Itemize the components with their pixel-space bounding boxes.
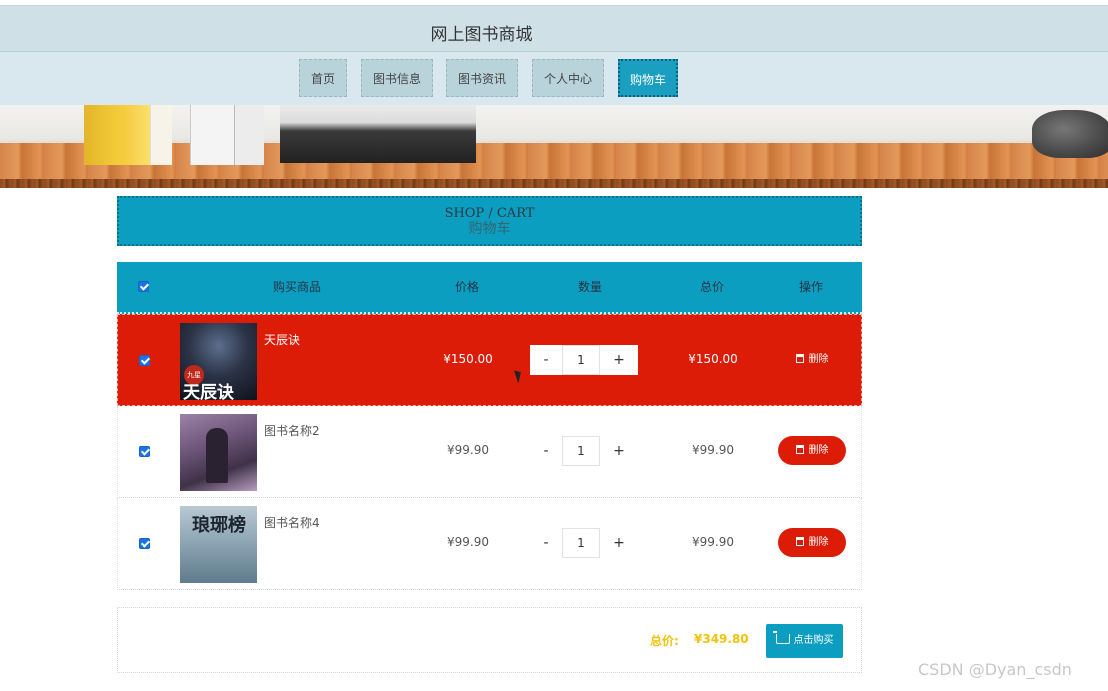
book-name[interactable]: 天辰诀	[264, 331, 300, 348]
delete-button[interactable]: 删除	[778, 436, 846, 465]
total-value: ¥349.80	[694, 632, 749, 646]
qty-input[interactable]: 1	[562, 436, 600, 466]
book-cover-figure	[206, 428, 228, 483]
header-total: 总价	[699, 280, 724, 294]
section-title: SHOP / CART 购物车	[117, 196, 862, 246]
delete-button[interactable]: 删除	[778, 528, 846, 557]
row-checkbox[interactable]	[139, 538, 150, 549]
banner-book	[150, 105, 172, 165]
quantity-stepper: - 1 +	[530, 436, 638, 466]
banner-stone	[1032, 110, 1108, 158]
trash-icon	[795, 537, 804, 546]
delete-label: 删除	[808, 445, 829, 456]
nav-personal-center[interactable]: 个人中心	[532, 59, 604, 97]
nav-home[interactable]: 首页	[299, 59, 347, 97]
watermark: CSDN @Dyan_csdn	[918, 660, 1072, 679]
cart-table-header: 购买商品 价格 数量 总价 操作	[117, 262, 862, 314]
qty-plus-button[interactable]: +	[600, 528, 638, 558]
cart-icon	[772, 631, 790, 644]
total-label: 总价:	[650, 634, 679, 648]
book-name[interactable]: 图书名称4	[264, 514, 320, 531]
buy-button[interactable]: 点击购买	[766, 624, 843, 658]
section-title-cn: 购物车	[468, 221, 511, 237]
book-name[interactable]: 图书名称2	[264, 422, 320, 439]
row-checkbox[interactable]	[139, 355, 150, 366]
quantity-stepper: - 1 +	[530, 345, 638, 375]
qty-plus-button[interactable]: +	[600, 436, 638, 466]
qty-input[interactable]: 1	[562, 345, 600, 375]
banner-book	[234, 105, 264, 165]
nav-book-news[interactable]: 图书资讯	[446, 59, 518, 97]
header-actions: 操作	[798, 280, 823, 294]
banner-book	[84, 105, 122, 165]
cart-row: 图书名称2 ¥99.90 - 1 + ¥99.90 删除	[117, 406, 862, 498]
cart-row: 九星 天辰诀 天辰诀 ¥150.00 - 1 + ¥150.00 删除	[117, 314, 862, 406]
select-all-checkbox[interactable]	[138, 281, 149, 292]
trash-icon	[795, 445, 804, 454]
row-total: ¥99.90	[692, 443, 734, 457]
book-price: ¥150.00	[443, 352, 493, 366]
site-title: 网上图书商城	[430, 25, 533, 45]
cart-page: 网上图书商城 首页 图书信息 图书资讯 个人中心 购物车 SHOP / CART…	[0, 0, 1108, 691]
delete-label: 删除	[808, 537, 829, 548]
qty-minus-button[interactable]: -	[530, 345, 562, 375]
header-price: 价格	[454, 280, 479, 294]
section-title-en: SHOP / CART	[444, 206, 535, 221]
banner-book-cover	[280, 105, 476, 163]
qty-minus-button[interactable]: -	[530, 436, 562, 466]
cart-row: 琅琊榜 图书名称4 ¥99.90 - 1 + ¥99.90 删除	[117, 498, 862, 590]
quantity-stepper: - 1 +	[530, 528, 638, 558]
row-total: ¥150.00	[688, 352, 738, 366]
delete-label: 删除	[808, 354, 829, 365]
book-cover-image: 九星 天辰诀	[180, 323, 257, 400]
nav-book-info[interactable]: 图书信息	[361, 59, 433, 97]
nav-shopping-cart[interactable]: 购物车	[618, 59, 678, 97]
book-cover-title: 琅琊榜	[192, 515, 246, 536]
book-price: ¥99.90	[447, 443, 489, 457]
delete-button[interactable]: 删除	[778, 345, 846, 374]
banner-books	[84, 105, 476, 165]
trash-icon	[795, 354, 804, 363]
banner-book	[122, 105, 150, 165]
banner-image	[0, 105, 1108, 188]
qty-minus-button[interactable]: -	[530, 528, 562, 558]
header-quantity: 数量	[577, 280, 602, 294]
banner-book	[190, 105, 234, 165]
row-checkbox[interactable]	[139, 446, 150, 457]
banner-wood-edge	[0, 179, 1108, 188]
book-cover-title: 天辰诀	[183, 383, 234, 400]
book-cover-image	[180, 414, 257, 491]
qty-plus-button[interactable]: +	[600, 345, 638, 375]
main-nav: 首页 图书信息 图书资讯 个人中心 购物车	[0, 52, 1108, 105]
header-product: 购买商品	[272, 280, 321, 294]
book-price: ¥99.90	[447, 535, 489, 549]
buy-label: 点击购买	[793, 635, 834, 646]
site-header: 网上图书商城	[0, 5, 1108, 52]
book-cover-image: 琅琊榜	[180, 506, 257, 583]
cart-summary: 总价: ¥349.80 点击购买	[117, 607, 862, 673]
qty-input[interactable]: 1	[562, 528, 600, 558]
row-total: ¥99.90	[692, 535, 734, 549]
